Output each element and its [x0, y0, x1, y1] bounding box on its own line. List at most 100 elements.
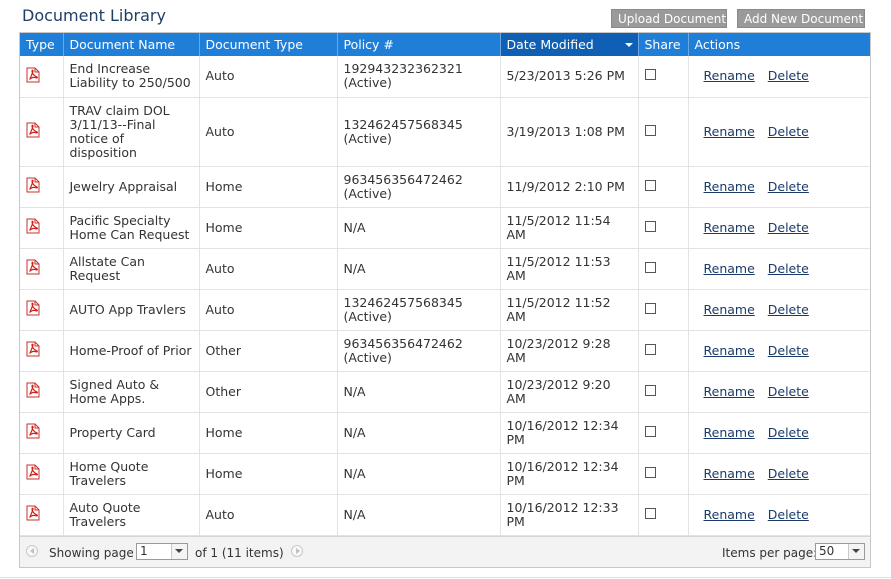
delete-link[interactable]: Delete	[768, 425, 809, 440]
document-name-cell: Home-Proof of Prior	[63, 330, 200, 372]
add-new-document-button[interactable]: Add New Document	[737, 9, 865, 28]
date-modified-cell: 10/16/2012 12:34 PM	[500, 412, 639, 454]
column-header-document-name[interactable]: Document Name	[63, 33, 200, 56]
rename-link[interactable]: Rename	[704, 302, 755, 317]
column-header-document-type[interactable]: Document Type	[199, 33, 338, 56]
pdf-icon[interactable]	[26, 464, 40, 480]
document-type-cell: Auto	[199, 494, 338, 536]
delete-link[interactable]: Delete	[768, 68, 809, 83]
type-cell	[20, 412, 64, 454]
share-checkbox[interactable]	[644, 69, 656, 81]
document-table: Type Document Name Document Type Policy …	[20, 33, 870, 536]
share-cell	[638, 412, 689, 454]
pdf-icon[interactable]	[26, 122, 40, 138]
document-name-cell: Jewelry Appraisal	[63, 166, 200, 208]
pdf-icon[interactable]	[26, 300, 40, 316]
page-divider	[0, 577, 891, 578]
upload-document-button[interactable]: Upload Document	[611, 9, 727, 28]
share-checkbox[interactable]	[644, 384, 656, 396]
rename-link[interactable]: Rename	[704, 343, 755, 358]
policy-cell: N/A	[337, 207, 501, 249]
items-per-page-value: 50	[819, 543, 835, 558]
share-cell	[638, 166, 689, 208]
page-count-text: of 1 (11 items)	[195, 545, 284, 560]
date-modified-label: Date Modified	[506, 37, 594, 52]
delete-link[interactable]: Delete	[768, 179, 809, 194]
type-cell	[20, 166, 64, 208]
document-name-cell: Allstate Can Request	[63, 248, 200, 290]
chevron-down-icon[interactable]	[171, 543, 187, 559]
arrow-left-icon[interactable]	[26, 544, 38, 557]
table-row: End Increase Liability to 250/500 Auto 192…	[20, 56, 870, 98]
delete-link[interactable]: Delete	[768, 507, 809, 522]
delete-link[interactable]: Delete	[768, 261, 809, 276]
rename-link[interactable]: Rename	[704, 384, 755, 399]
share-checkbox[interactable]	[644, 425, 656, 437]
chevron-down-icon[interactable]	[848, 543, 864, 559]
pdf-icon[interactable]	[26, 423, 40, 439]
policy-cell: N/A	[337, 248, 501, 290]
rename-link[interactable]: Rename	[704, 68, 755, 83]
rename-link[interactable]: Rename	[704, 179, 755, 194]
share-cell	[638, 97, 689, 167]
pdf-icon[interactable]	[26, 341, 40, 357]
share-checkbox[interactable]	[644, 261, 656, 273]
delete-link[interactable]: Delete	[768, 124, 809, 139]
pdf-icon[interactable]	[26, 67, 40, 83]
table-row: Auto Quote Travelers Auto N/A 10/16/2012 12…	[20, 494, 870, 536]
document-name-cell: Pacific Specialty Home Can Request	[63, 207, 200, 249]
rename-link[interactable]: Rename	[704, 507, 755, 522]
date-modified-cell: 10/23/2012 9:20 AM	[500, 371, 639, 413]
share-checkbox[interactable]	[644, 343, 656, 355]
pager: Showing page 1 of 1 (11 items) Items per…	[20, 535, 870, 567]
items-per-page-select[interactable]: 50	[815, 542, 865, 560]
column-header-date-modified[interactable]: Date Modified	[500, 33, 639, 56]
policy-cell: 963456356472462 (Active)	[337, 166, 501, 208]
document-type-cell: Auto	[199, 289, 338, 331]
table-row: Allstate Can Request Auto N/A 11/5/2012 11:…	[20, 248, 870, 290]
document-type-cell: Auto	[199, 56, 338, 98]
document-type-cell: Home	[199, 207, 338, 249]
column-header-type[interactable]: Type	[20, 33, 64, 56]
share-checkbox[interactable]	[644, 124, 656, 136]
pdf-icon[interactable]	[26, 382, 40, 398]
rename-link[interactable]: Rename	[704, 124, 755, 139]
rename-link[interactable]: Rename	[704, 261, 755, 276]
share-cell	[638, 289, 689, 331]
delete-link[interactable]: Delete	[768, 302, 809, 317]
share-checkbox[interactable]	[644, 220, 656, 232]
delete-link[interactable]: Delete	[768, 220, 809, 235]
date-modified-cell: 11/5/2012 11:54 AM	[500, 207, 639, 249]
delete-link[interactable]: Delete	[768, 343, 809, 358]
delete-link[interactable]: Delete	[768, 466, 809, 481]
document-type-cell: Home	[199, 412, 338, 454]
actions-cell: Rename Delete	[688, 371, 870, 413]
pdf-icon[interactable]	[26, 505, 40, 521]
share-checkbox[interactable]	[644, 507, 656, 519]
actions-cell: Rename Delete	[688, 453, 870, 495]
policy-cell: N/A	[337, 453, 501, 495]
actions-cell: Rename Delete	[688, 248, 870, 290]
column-header-share[interactable]: Share	[638, 33, 689, 56]
delete-link[interactable]: Delete	[768, 384, 809, 399]
actions-cell: Rename Delete	[688, 494, 870, 536]
pdf-icon[interactable]	[26, 218, 40, 234]
share-checkbox[interactable]	[644, 466, 656, 478]
showing-page-label: Showing page	[49, 545, 134, 560]
arrow-right-icon[interactable]	[291, 544, 303, 557]
share-cell	[638, 56, 689, 98]
page-select[interactable]: 1	[136, 542, 188, 560]
rename-link[interactable]: Rename	[704, 425, 755, 440]
pdf-icon[interactable]	[26, 259, 40, 275]
column-header-policy[interactable]: Policy #	[337, 33, 501, 56]
type-cell	[20, 207, 64, 249]
share-checkbox[interactable]	[644, 179, 656, 191]
type-cell	[20, 330, 64, 372]
share-cell	[638, 330, 689, 372]
type-cell	[20, 494, 64, 536]
pdf-icon[interactable]	[26, 177, 40, 193]
date-modified-cell: 11/5/2012 11:52 AM	[500, 289, 639, 331]
rename-link[interactable]: Rename	[704, 220, 755, 235]
share-checkbox[interactable]	[644, 302, 656, 314]
rename-link[interactable]: Rename	[704, 466, 755, 481]
